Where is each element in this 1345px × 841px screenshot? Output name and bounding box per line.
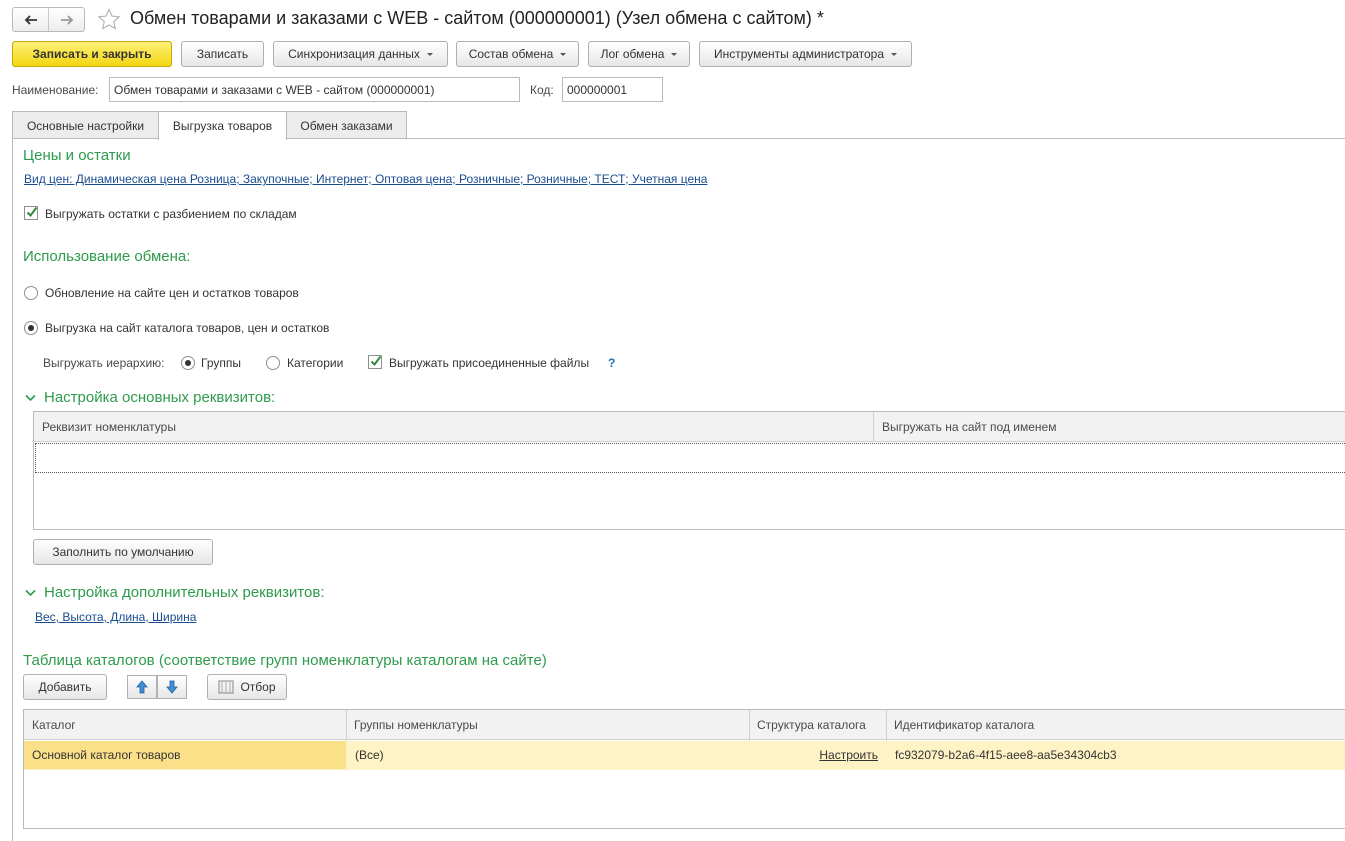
column-header-site-name[interactable]: Выгружать на сайт под именем bbox=[874, 412, 1345, 442]
arrow-up-icon bbox=[136, 680, 148, 694]
export-catalog-label: Выгрузка на сайт каталога товаров, цен и… bbox=[45, 321, 330, 335]
column-header-catalog[interactable]: Каталог bbox=[24, 710, 346, 740]
exchange-composition-label: Состав обмена bbox=[468, 47, 554, 61]
back-button[interactable] bbox=[13, 8, 48, 31]
price-types-link[interactable]: Вид цен: Динамическая цена Розница; Заку… bbox=[24, 172, 707, 186]
attached-files-checkbox[interactable] bbox=[368, 355, 382, 369]
split-by-warehouse-label: Выгружать остатки с разбиением по склада… bbox=[45, 207, 297, 221]
hierarchy-label: Выгружать иерархию: bbox=[43, 356, 165, 370]
chevron-down-icon bbox=[891, 52, 898, 56]
column-header-structure[interactable]: Структура каталога bbox=[749, 710, 886, 740]
filter-label: Отбор bbox=[240, 680, 276, 694]
favorite-star-icon[interactable] bbox=[97, 8, 121, 30]
tab-goods-export[interactable]: Выгрузка товаров bbox=[158, 111, 287, 140]
prices-heading: Цены и остатки bbox=[23, 147, 131, 164]
update-prices-radio[interactable] bbox=[24, 286, 38, 300]
hierarchy-groups-radio[interactable] bbox=[181, 356, 195, 370]
tab-orders-exchange[interactable]: Обмен заказами bbox=[286, 111, 407, 139]
chevron-down-icon[interactable] bbox=[24, 393, 37, 403]
table-header: Реквизит номенклатуры Выгружать на сайт … bbox=[34, 412, 1345, 442]
move-down-button[interactable] bbox=[157, 675, 187, 699]
cell-groups[interactable]: (Все) bbox=[347, 741, 749, 769]
panel-border bbox=[12, 138, 13, 841]
attached-files-label: Выгружать присоединенные файлы bbox=[389, 356, 590, 370]
name-label: Наименование: bbox=[12, 83, 99, 97]
move-up-button[interactable] bbox=[127, 675, 157, 699]
chevron-down-icon bbox=[560, 52, 567, 56]
cell-structure[interactable]: Настроить bbox=[750, 741, 886, 769]
hierarchy-categories-label: Категории bbox=[287, 356, 344, 370]
sync-data-menu[interactable]: Синхронизация данных bbox=[273, 41, 448, 67]
column-header-id[interactable]: Идентификатор каталога bbox=[886, 710, 1345, 740]
export-catalog-radio[interactable] bbox=[24, 321, 38, 335]
exchange-log-menu[interactable]: Лог обмена bbox=[588, 41, 690, 67]
split-by-warehouse-checkbox[interactable] bbox=[24, 206, 38, 220]
chevron-down-icon[interactable] bbox=[24, 588, 37, 598]
sync-data-label: Синхронизация данных bbox=[288, 47, 420, 61]
main-attrs-heading[interactable]: Настройка основных реквизитов: bbox=[44, 389, 275, 406]
save-button[interactable]: Записать bbox=[181, 41, 264, 67]
table-header: Каталог Группы номенклатуры Структура ка… bbox=[24, 710, 1345, 740]
extra-attrs-link[interactable]: Вес, Высота, Длина, Ширина bbox=[35, 610, 196, 624]
usage-heading: Использование обмена: bbox=[23, 248, 191, 265]
catalogs-table[interactable]: Каталог Группы номенклатуры Структура ка… bbox=[23, 709, 1345, 829]
save-and-close-button[interactable]: Записать и закрыть bbox=[12, 41, 172, 67]
chevron-down-icon bbox=[426, 52, 433, 56]
column-header-groups[interactable]: Группы номенклатуры bbox=[346, 710, 749, 740]
fill-default-button[interactable]: Заполнить по умолчанию bbox=[33, 539, 213, 565]
exchange-composition-menu[interactable]: Состав обмена bbox=[456, 41, 579, 67]
empty-row-focus[interactable] bbox=[35, 443, 1345, 473]
table-row[interactable]: Основной каталог товаров (Все) Настроить… bbox=[24, 741, 1345, 770]
name-field[interactable]: Обмен товарами и заказами с WEB - сайтом… bbox=[109, 77, 520, 102]
window-title: Обмен товарами и заказами с WEB - сайтом… bbox=[130, 8, 824, 28]
chevron-down-icon bbox=[671, 52, 678, 56]
exchange-log-label: Лог обмена bbox=[600, 47, 665, 61]
column-header-attr[interactable]: Реквизит номенклатуры bbox=[34, 412, 874, 442]
checkmark-icon bbox=[370, 355, 382, 367]
arrow-down-icon bbox=[166, 680, 178, 694]
history-nav bbox=[12, 7, 85, 32]
extra-attrs-heading[interactable]: Настройка дополнительных реквизитов: bbox=[44, 584, 325, 601]
column-divider bbox=[873, 412, 874, 442]
filter-icon bbox=[218, 680, 234, 694]
catalogs-heading: Таблица каталогов (соответствие групп но… bbox=[23, 652, 547, 669]
cell-id[interactable]: fc932079-b2a6-4f15-aee8-aa5e34304cb3 bbox=[887, 741, 1345, 769]
admin-tools-label: Инструменты администратора bbox=[713, 47, 885, 61]
add-button[interactable]: Добавить bbox=[23, 674, 107, 700]
filter-button[interactable]: Отбор bbox=[207, 674, 287, 700]
arrow-right-icon bbox=[60, 14, 73, 25]
main-attrs-table[interactable]: Реквизит номенклатуры Выгружать на сайт … bbox=[33, 411, 1345, 530]
hierarchy-categories-radio[interactable] bbox=[266, 356, 280, 370]
configure-link[interactable]: Настроить bbox=[819, 748, 878, 762]
checkmark-icon bbox=[26, 206, 38, 218]
code-field[interactable]: 000000001 bbox=[562, 77, 663, 102]
arrow-left-icon bbox=[24, 14, 37, 25]
admin-tools-menu[interactable]: Инструменты администратора bbox=[699, 41, 912, 67]
help-icon[interactable]: ? bbox=[608, 356, 615, 370]
forward-button[interactable] bbox=[48, 8, 84, 31]
cell-catalog[interactable]: Основной каталог товаров bbox=[24, 741, 346, 769]
hierarchy-groups-label: Группы bbox=[201, 356, 241, 370]
tab-main-settings[interactable]: Основные настройки bbox=[12, 111, 159, 139]
code-label: Код: bbox=[530, 83, 554, 97]
update-prices-label: Обновление на сайте цен и остатков товар… bbox=[45, 286, 299, 300]
